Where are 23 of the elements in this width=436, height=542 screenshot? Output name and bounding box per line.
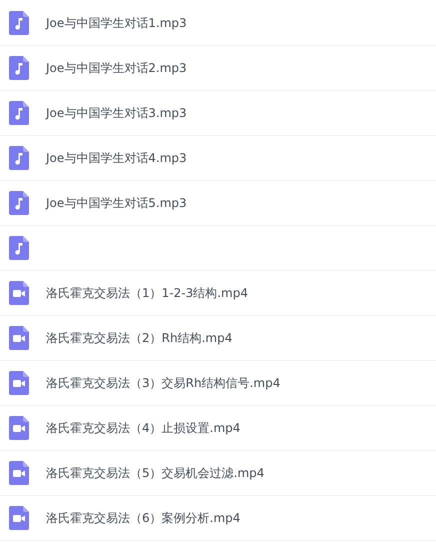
video-file-icon [9, 461, 29, 485]
file-name[interactable]: Joe与中国学生对话5.mp3 [46, 194, 187, 212]
music-file-icon [9, 101, 29, 125]
file-name[interactable]: 洛氏霍克交易法（2）Rh结构.mp4 [46, 330, 232, 346]
file-name[interactable]: Joe与中国学生对话1.mp3 [46, 14, 187, 32]
file-name[interactable]: 洛氏霍克交易法（4）止损设置.mp4 [46, 420, 240, 436]
file-name[interactable]: 洛氏霍克交易法（1）1-2-3结构.mp4 [46, 284, 248, 302]
music-file-icon [9, 11, 29, 35]
music-file-icon [9, 236, 29, 260]
file-name[interactable]: Joe与中国学生对话4.mp3 [46, 150, 187, 166]
file-name[interactable]: 洛氏霍克交易法（6）案例分析.mp4 [46, 510, 240, 526]
video-file-icon [9, 506, 29, 530]
file-name[interactable]: Joe与中国学生对话3.mp3 [46, 104, 187, 122]
music-file-icon [9, 146, 29, 170]
video-file-icon [9, 281, 29, 305]
music-file-icon [9, 191, 29, 215]
video-file-icon [9, 371, 29, 395]
file-name[interactable]: 洛氏霍克交易法（3）交易Rh结构信号.mp4 [46, 374, 280, 392]
file-name[interactable]: Joe与中国学生对话2.mp3 [46, 60, 187, 76]
file-name[interactable]: 洛氏霍克交易法（5）交易机会过滤.mp4 [46, 464, 264, 482]
video-file-icon [9, 326, 29, 350]
music-file-icon [9, 56, 29, 80]
video-file-icon [9, 416, 29, 440]
